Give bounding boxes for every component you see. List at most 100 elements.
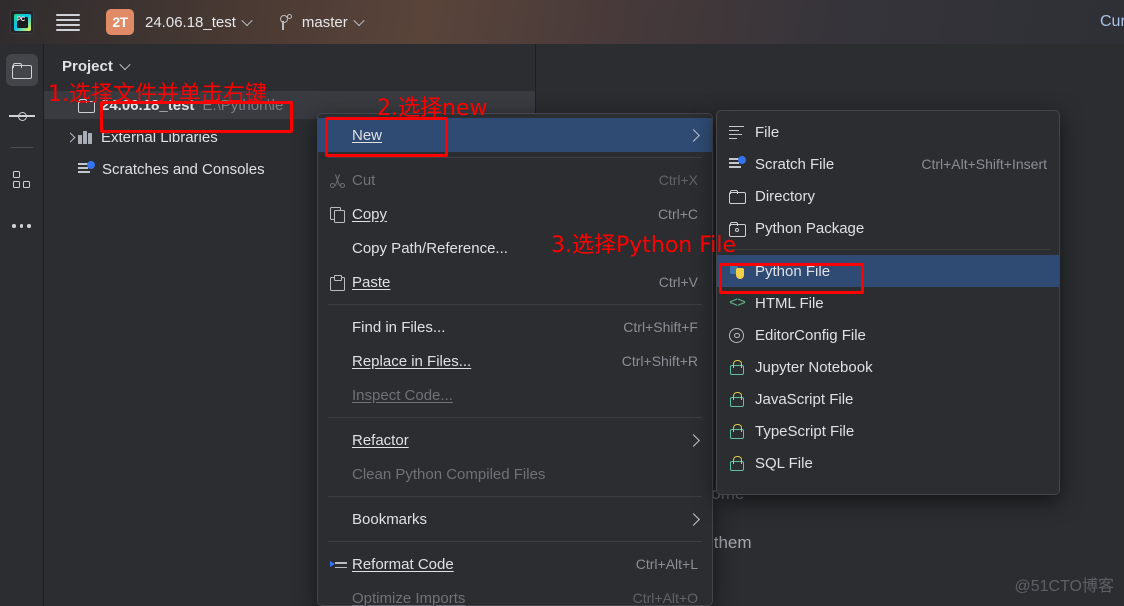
menu-divider bbox=[328, 157, 702, 158]
project-panel-title: Project bbox=[62, 58, 113, 75]
menu-item-inspect-code: Inspect Code... bbox=[318, 378, 712, 412]
titlebar-left-group: PC 2T 24.06.18_test master bbox=[0, 9, 364, 35]
submenu-item-python-package[interactable]: Python Package bbox=[717, 212, 1059, 244]
submenu-item-file[interactable]: File bbox=[717, 116, 1059, 148]
menu-item-shortcut: Ctrl+V bbox=[658, 274, 698, 290]
submenu-item-sql-file[interactable]: SQL File bbox=[717, 447, 1059, 479]
menu-item-label: Find in Files... bbox=[352, 318, 446, 336]
project-panel-header[interactable]: Project bbox=[44, 44, 535, 75]
new-submenu: File Scratch File Ctrl+Alt+Shift+Insert … bbox=[716, 110, 1060, 495]
submenu-item-javascript-file[interactable]: JavaScript File bbox=[717, 383, 1059, 415]
lock-icon bbox=[729, 391, 755, 407]
submenu-item-label: TypeScript File bbox=[755, 422, 855, 440]
submenu-item-label: SQL File bbox=[755, 454, 813, 472]
menu-item-shortcut: Ctrl+Alt+L bbox=[635, 556, 698, 572]
menu-item-label: Clean Python Compiled Files bbox=[352, 465, 546, 483]
sidebar-item-structure[interactable] bbox=[6, 164, 38, 196]
cut-icon bbox=[330, 173, 352, 188]
project-badge: 2T bbox=[106, 9, 134, 35]
lock-icon bbox=[729, 359, 755, 375]
menu-item-reformat-code[interactable]: Reformat Code Ctrl+Alt+L bbox=[318, 547, 712, 581]
submenu-item-editorconfig-file[interactable]: EditorConfig File bbox=[717, 319, 1059, 351]
submenu-item-typescript-file[interactable]: TypeScript File bbox=[717, 415, 1059, 447]
folder-icon bbox=[12, 62, 32, 79]
menu-item-shortcut: Ctrl+Shift+R bbox=[621, 353, 698, 369]
sidebar-item-project[interactable] bbox=[5, 54, 38, 86]
toolstrip-divider bbox=[10, 147, 33, 148]
editorconfig-icon bbox=[729, 327, 755, 343]
menu-item-refactor[interactable]: Refactor bbox=[318, 423, 712, 457]
paste-icon bbox=[330, 274, 352, 291]
project-name-label: 24.06.18_test bbox=[145, 13, 236, 31]
submenu-item-scratch-file[interactable]: Scratch File Ctrl+Alt+Shift+Insert bbox=[717, 148, 1059, 180]
lock-icon bbox=[729, 455, 755, 471]
menu-item-label: Refactor bbox=[352, 431, 409, 449]
tree-item-label: Scratches and Consoles bbox=[102, 160, 265, 178]
menu-item-label: Copy bbox=[352, 205, 388, 223]
menu-item-paste[interactable]: Paste Ctrl+V bbox=[318, 265, 712, 299]
submenu-item-shortcut: Ctrl+Alt+Shift+Insert bbox=[921, 156, 1047, 172]
chevron-right-icon bbox=[687, 512, 700, 526]
file-icon bbox=[729, 125, 755, 140]
menu-item-bookmarks[interactable]: Bookmarks bbox=[318, 502, 712, 536]
menu-item-label: Bookmarks bbox=[352, 510, 428, 528]
menu-item-shortcut: Ctrl+Shift+F bbox=[623, 319, 698, 335]
sidebar-item-more[interactable] bbox=[6, 210, 38, 242]
branch-name-label: master bbox=[301, 13, 348, 31]
lock-icon bbox=[729, 423, 755, 439]
sidebar-item-commit[interactable] bbox=[6, 100, 38, 132]
submenu-item-label: Directory bbox=[755, 187, 816, 205]
chevron-right-icon bbox=[687, 433, 700, 447]
menu-item-label: Optimize Imports bbox=[352, 589, 466, 606]
chevron-down-icon bbox=[355, 18, 364, 27]
menu-item-clean-python-compiled-files: Clean Python Compiled Files bbox=[318, 457, 712, 491]
annotation-step3-box bbox=[719, 263, 864, 294]
left-tool-strip bbox=[0, 44, 44, 606]
menu-item-shortcut: Ctrl+Alt+O bbox=[632, 590, 698, 606]
submenu-item-directory[interactable]: Directory bbox=[717, 180, 1059, 212]
structure-icon bbox=[12, 171, 31, 189]
pycharm-logo-icon: PC bbox=[10, 10, 34, 34]
copy-icon bbox=[330, 206, 352, 223]
menu-divider bbox=[328, 304, 702, 305]
chevron-down-icon[interactable] bbox=[121, 62, 130, 71]
submenu-item-label: JavaScript File bbox=[755, 390, 854, 408]
library-icon bbox=[78, 130, 94, 144]
menu-item-label: Inspect Code... bbox=[352, 386, 453, 404]
submenu-item-jupyter-notebook[interactable]: Jupyter Notebook bbox=[717, 351, 1059, 383]
annotation-step2-box bbox=[325, 117, 448, 157]
menu-divider bbox=[328, 417, 702, 418]
menu-item-label: Replace in Files... bbox=[352, 352, 472, 370]
reformat-icon bbox=[330, 558, 352, 571]
annotation-step1-box bbox=[100, 101, 293, 133]
project-selector[interactable]: 24.06.18_test bbox=[145, 14, 252, 31]
branch-icon bbox=[278, 13, 294, 31]
directory-icon bbox=[729, 189, 755, 204]
run-config-selector[interactable]: Curr bbox=[1100, 13, 1124, 31]
menu-divider bbox=[328, 541, 702, 542]
chevron-down-icon bbox=[243, 18, 252, 27]
title-bar: PC 2T 24.06.18_test master Curr bbox=[0, 0, 1124, 44]
menu-divider bbox=[328, 496, 702, 497]
menu-item-find-in-files[interactable]: Find in Files... Ctrl+Shift+F bbox=[318, 310, 712, 344]
submenu-item-label: Jupyter Notebook bbox=[755, 358, 873, 376]
tree-expander[interactable] bbox=[62, 132, 78, 142]
menu-item-label: Cut bbox=[352, 171, 376, 189]
menu-item-cut: Cut Ctrl+X bbox=[318, 163, 712, 197]
submenu-item-label: Scratch File bbox=[755, 155, 835, 173]
menu-item-shortcut: Ctrl+X bbox=[658, 172, 698, 188]
submenu-divider bbox=[726, 249, 1050, 250]
submenu-item-label: Python Package bbox=[755, 219, 865, 237]
titlebar-right-group: Curr bbox=[1100, 13, 1124, 31]
commit-icon bbox=[8, 109, 35, 123]
menu-item-replace-in-files[interactable]: Replace in Files... Ctrl+Shift+R bbox=[318, 344, 712, 378]
menu-item-copy[interactable]: Copy Ctrl+C bbox=[318, 197, 712, 231]
menu-item-label: Paste bbox=[352, 273, 391, 291]
more-icon bbox=[12, 224, 31, 228]
main-menu-button[interactable] bbox=[56, 11, 82, 33]
scratch-file-icon bbox=[729, 156, 755, 171]
watermark: @51CTO博客 bbox=[1014, 578, 1114, 595]
branch-selector[interactable]: master bbox=[302, 14, 364, 31]
context-menu: New Cut Ctrl+X Copy Ctrl+C Copy Path/Ref… bbox=[317, 113, 713, 606]
chevron-right-icon bbox=[687, 128, 700, 142]
